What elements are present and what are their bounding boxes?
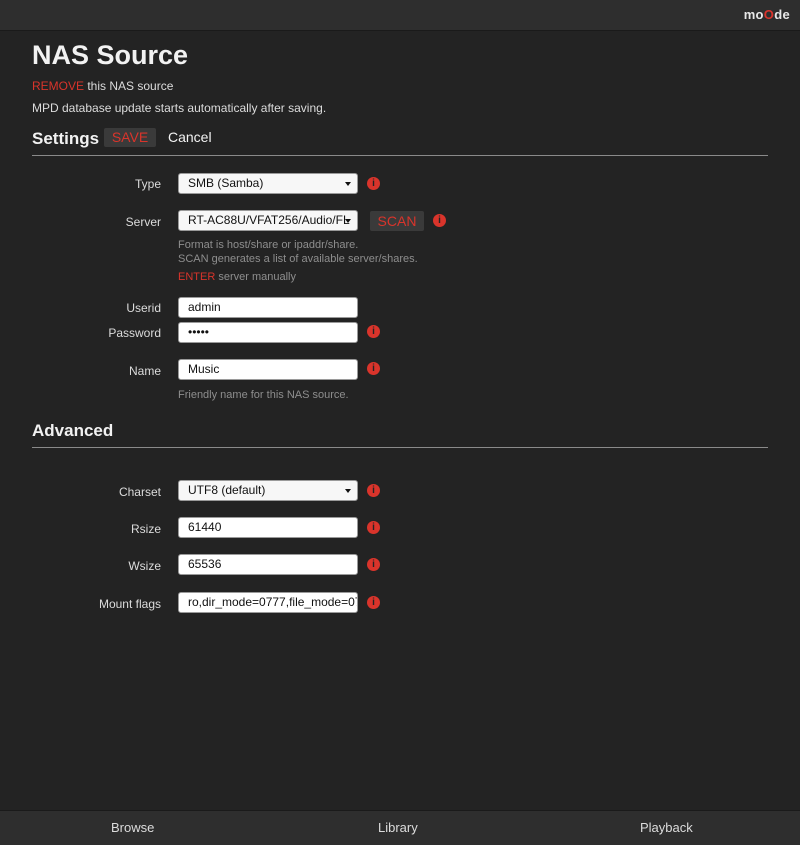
mount-flags-label: Mount flags [98, 597, 161, 611]
info-icon[interactable]: i [367, 521, 380, 534]
name-label: Name [128, 364, 161, 378]
cancel-button[interactable]: Cancel [168, 129, 212, 145]
logo-text-o: O [763, 7, 775, 22]
info-icon[interactable]: i [367, 484, 380, 497]
info-icon[interactable]: i [367, 362, 380, 375]
chevron-down-icon [345, 182, 351, 186]
password-input[interactable]: ••••• [178, 322, 358, 343]
name-input[interactable]: Music [178, 359, 358, 380]
nav-library[interactable]: Library [378, 820, 418, 835]
name-help: Friendly name for this NAS source. [178, 389, 349, 401]
info-icon[interactable]: i [367, 558, 380, 571]
chevron-down-icon [345, 219, 351, 223]
server-select[interactable]: RT-AC88U/VFAT256/Audio/FL [178, 210, 358, 231]
bottom-nav-bar: Browse Library Playback [0, 810, 800, 845]
charset-value: UTF8 (default) [188, 483, 266, 497]
type-select[interactable]: SMB (Samba) [178, 173, 358, 194]
info-icon[interactable]: i [367, 596, 380, 609]
page-title: NAS Source [32, 40, 189, 70]
remove-link[interactable]: REMOVE [32, 79, 84, 93]
type-label: Type [134, 177, 161, 191]
enter-server-line: ENTER server manually [178, 271, 296, 283]
advanced-title: Advanced [32, 421, 114, 440]
info-icon[interactable]: i [367, 177, 380, 190]
charset-select[interactable]: UTF8 (default) [178, 480, 358, 501]
nav-browse[interactable]: Browse [111, 820, 154, 835]
password-label: Password [108, 326, 161, 340]
server-help-format: Format is host/share or ipaddr/share. [178, 239, 359, 251]
userid-input[interactable]: admin [178, 297, 358, 318]
server-value: RT-AC88U/VFAT256/Audio/FL [188, 213, 350, 227]
userid-label: Userid [126, 301, 161, 315]
rsize-input[interactable]: 61440 [178, 517, 358, 538]
server-help-scan: SCAN generates a list of available serve… [178, 253, 418, 265]
main-content: NAS Source REMOVE this NAS source MPD da… [32, 30, 768, 613]
remove-text: this NAS source [84, 79, 174, 93]
db-update-notice: MPD database update starts automatically… [32, 101, 327, 115]
info-icon[interactable]: i [433, 214, 446, 227]
settings-title: Settings [32, 129, 100, 148]
wsize-input[interactable]: 65536 [178, 554, 358, 575]
mount-flags-input[interactable]: ro,dir_mode=0777,file_mode=0777 [178, 592, 358, 613]
enter-text: server manually [215, 271, 296, 283]
rsize-label: Rsize [130, 522, 161, 536]
remove-line: REMOVE this NAS source [32, 79, 173, 93]
charset-label: Charset [118, 485, 161, 499]
save-button[interactable]: SAVE [104, 128, 156, 147]
type-value: SMB (Samba) [188, 176, 264, 190]
logo-text-prefix: mo [743, 7, 764, 22]
advanced-header: Advanced [32, 420, 768, 448]
server-label: Server [125, 215, 161, 229]
info-icon[interactable]: i [367, 325, 380, 338]
chevron-down-icon [345, 489, 351, 493]
wsize-label: Wsize [128, 559, 161, 573]
settings-header: Settings SAVE Cancel [32, 128, 768, 156]
enter-link[interactable]: ENTER [178, 271, 215, 283]
scan-button[interactable]: SCAN [370, 211, 424, 231]
logo-text-suffix: de [774, 7, 790, 22]
nav-playback[interactable]: Playback [640, 820, 693, 835]
top-bar: moOde [0, 0, 800, 31]
moode-logo[interactable]: moOde [744, 7, 790, 22]
